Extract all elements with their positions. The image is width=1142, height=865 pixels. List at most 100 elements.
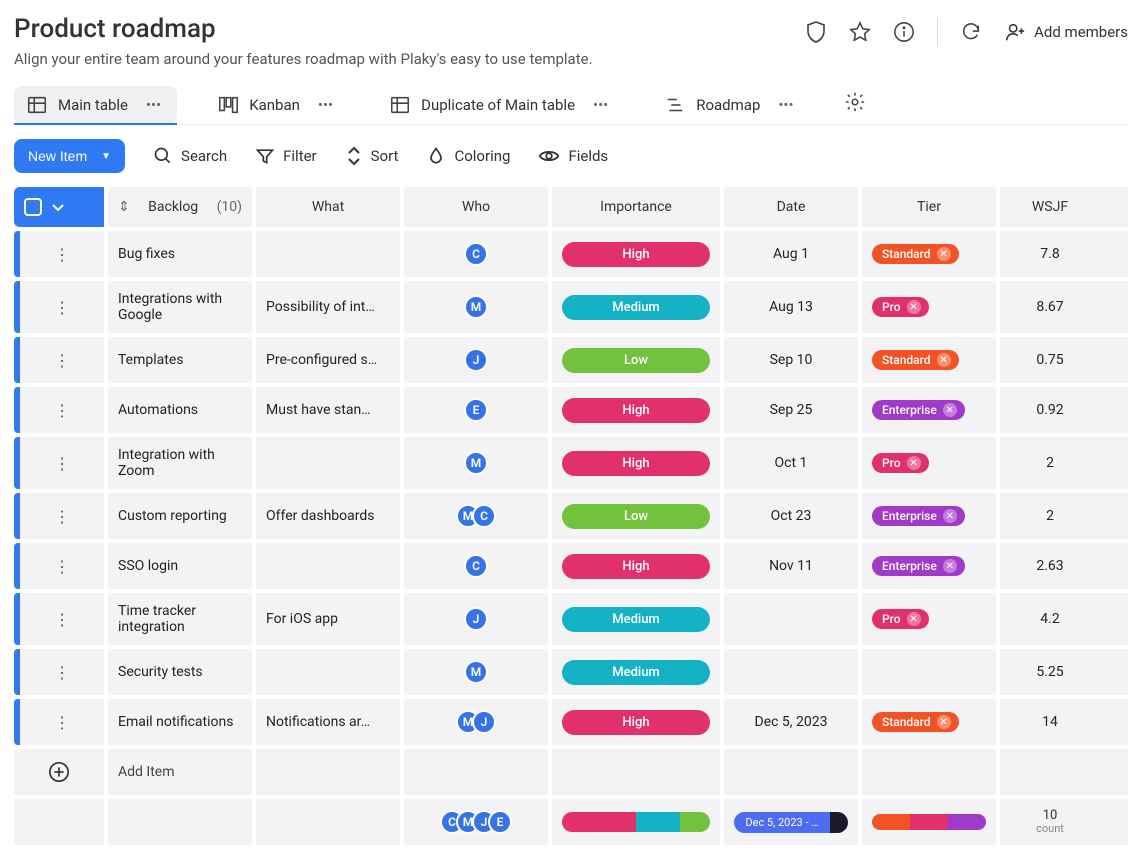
- row-date[interactable]: Dec 5, 2023: [724, 699, 862, 745]
- row-wsjf[interactable]: 4.2: [1000, 593, 1100, 645]
- row-who[interactable]: MC: [404, 493, 552, 539]
- row-name[interactable]: Security tests: [108, 649, 256, 695]
- tier-remove-icon[interactable]: ✕: [943, 509, 957, 523]
- row-what[interactable]: Possibility of int…: [256, 281, 404, 333]
- row-date[interactable]: [724, 649, 862, 695]
- row-menu-button[interactable]: ⋮: [20, 713, 104, 732]
- row-name[interactable]: Integration with Zoom: [108, 437, 256, 489]
- row-tier[interactable]: Standard✕: [862, 337, 1000, 383]
- row-what[interactable]: Offer dashboards: [256, 493, 404, 539]
- row-tier[interactable]: Pro✕: [862, 437, 1000, 489]
- row-importance[interactable]: Medium: [552, 649, 724, 695]
- table-row[interactable]: ⋮AutomationsMust have stan…EHighSep 25En…: [14, 387, 1128, 437]
- row-importance[interactable]: High: [552, 387, 724, 433]
- select-all-checkbox[interactable]: [24, 198, 42, 216]
- row-tier[interactable]: [862, 649, 1000, 695]
- row-importance[interactable]: High: [552, 543, 724, 589]
- row-importance[interactable]: High: [552, 231, 724, 277]
- table-row[interactable]: ⋮Bug fixes CHighAug 1Standard✕7.8: [14, 231, 1128, 281]
- tier-remove-icon[interactable]: ✕: [937, 247, 951, 261]
- table-row[interactable]: ⋮Integration with Zoom MHighOct 1Pro✕2: [14, 437, 1128, 493]
- row-wsjf[interactable]: 0.92: [1000, 387, 1100, 433]
- row-name[interactable]: SSO login: [108, 543, 256, 589]
- row-menu-button[interactable]: ⋮: [20, 663, 104, 682]
- row-who[interactable]: MJ: [404, 699, 552, 745]
- row-wsjf[interactable]: 2.63: [1000, 543, 1100, 589]
- column-header-importance[interactable]: Importance: [552, 187, 724, 227]
- row-wsjf[interactable]: 5.25: [1000, 649, 1100, 695]
- row-who[interactable]: C: [404, 231, 552, 277]
- row-importance[interactable]: Low: [552, 493, 724, 539]
- row-tier[interactable]: Standard✕: [862, 231, 1000, 277]
- table-row[interactable]: ⋮Email notificationsNotifications ar…MJH…: [14, 699, 1128, 749]
- row-date[interactable]: Oct 1: [724, 437, 862, 489]
- column-header-what[interactable]: What: [256, 187, 404, 227]
- tier-remove-icon[interactable]: ✕: [907, 456, 921, 470]
- row-what[interactable]: [256, 437, 404, 489]
- row-tier[interactable]: Pro✕: [862, 593, 1000, 645]
- row-wsjf[interactable]: 14: [1000, 699, 1100, 745]
- row-name[interactable]: Integrations with Google: [108, 281, 256, 333]
- column-header-wsjf[interactable]: WSJF: [1000, 187, 1100, 227]
- row-what[interactable]: [256, 231, 404, 277]
- row-menu-button[interactable]: ⋮: [20, 245, 104, 264]
- sort-tool[interactable]: Sort: [345, 146, 399, 166]
- row-date[interactable]: Nov 11: [724, 543, 862, 589]
- row-importance[interactable]: High: [552, 699, 724, 745]
- row-date[interactable]: Oct 23: [724, 493, 862, 539]
- table-row[interactable]: ⋮Time tracker integrationFor iOS appJMed…: [14, 593, 1128, 649]
- view-tab-menu[interactable]: •••: [142, 94, 165, 116]
- row-menu-button[interactable]: ⋮: [20, 401, 104, 420]
- table-row[interactable]: ⋮Custom reportingOffer dashboardsMCLowOc…: [14, 493, 1128, 543]
- row-what[interactable]: For iOS app: [256, 593, 404, 645]
- row-what[interactable]: [256, 649, 404, 695]
- row-tier[interactable]: Standard✕: [862, 699, 1000, 745]
- tier-remove-icon[interactable]: ✕: [937, 715, 951, 729]
- row-date[interactable]: Sep 25: [724, 387, 862, 433]
- view-tab-menu[interactable]: •••: [314, 94, 337, 116]
- row-what[interactable]: [256, 543, 404, 589]
- star-icon[interactable]: [849, 21, 871, 43]
- row-who[interactable]: C: [404, 543, 552, 589]
- new-item-button[interactable]: New Item ▼: [14, 139, 125, 173]
- row-menu-button[interactable]: ⋮: [20, 454, 104, 473]
- refresh-icon[interactable]: [960, 21, 982, 43]
- row-who[interactable]: M: [404, 437, 552, 489]
- row-menu-button[interactable]: ⋮: [20, 610, 104, 629]
- row-name[interactable]: Bug fixes: [108, 231, 256, 277]
- row-name[interactable]: Custom reporting: [108, 493, 256, 539]
- row-name[interactable]: Templates: [108, 337, 256, 383]
- row-wsjf[interactable]: 8.67: [1000, 281, 1100, 333]
- view-tab-roadmap[interactable]: Roadmap•••: [652, 86, 809, 124]
- add-item-row[interactable]: Add Item: [14, 749, 1128, 799]
- group-collapse-button[interactable]: [50, 199, 66, 215]
- view-tab-duplicate-of-main-table[interactable]: Duplicate of Main table•••: [377, 86, 624, 124]
- column-header-who[interactable]: Who: [404, 187, 552, 227]
- column-header-name[interactable]: ⇕ Backlog (10): [108, 187, 256, 227]
- row-who[interactable]: J: [404, 593, 552, 645]
- row-wsjf[interactable]: 7.8: [1000, 231, 1100, 277]
- row-name[interactable]: Automations: [108, 387, 256, 433]
- tier-remove-icon[interactable]: ✕: [907, 612, 921, 626]
- row-who[interactable]: M: [404, 649, 552, 695]
- table-row[interactable]: ⋮Security tests MMedium 5.25: [14, 649, 1128, 699]
- row-wsjf[interactable]: 2: [1000, 493, 1100, 539]
- row-menu-button[interactable]: ⋮: [20, 557, 104, 576]
- row-name[interactable]: Time tracker integration: [108, 593, 256, 645]
- row-importance[interactable]: Medium: [552, 281, 724, 333]
- row-importance[interactable]: High: [552, 437, 724, 489]
- row-menu-button[interactable]: ⋮: [20, 507, 104, 526]
- tier-remove-icon[interactable]: ✕: [943, 403, 957, 417]
- column-header-tier[interactable]: Tier: [862, 187, 1000, 227]
- view-tab-menu[interactable]: •••: [589, 94, 612, 116]
- row-date[interactable]: [724, 593, 862, 645]
- row-menu-button[interactable]: ⋮: [20, 351, 104, 370]
- row-wsjf[interactable]: 2: [1000, 437, 1100, 489]
- row-wsjf[interactable]: 0.75: [1000, 337, 1100, 383]
- table-row[interactable]: ⋮Integrations with GooglePossibility of …: [14, 281, 1128, 337]
- row-date[interactable]: Aug 13: [724, 281, 862, 333]
- table-row[interactable]: ⋮SSO loginCHighNov 11Enterprise✕2.63: [14, 543, 1128, 593]
- coloring-tool[interactable]: Coloring: [426, 146, 510, 166]
- tier-remove-icon[interactable]: ✕: [943, 559, 957, 573]
- row-date[interactable]: Aug 1: [724, 231, 862, 277]
